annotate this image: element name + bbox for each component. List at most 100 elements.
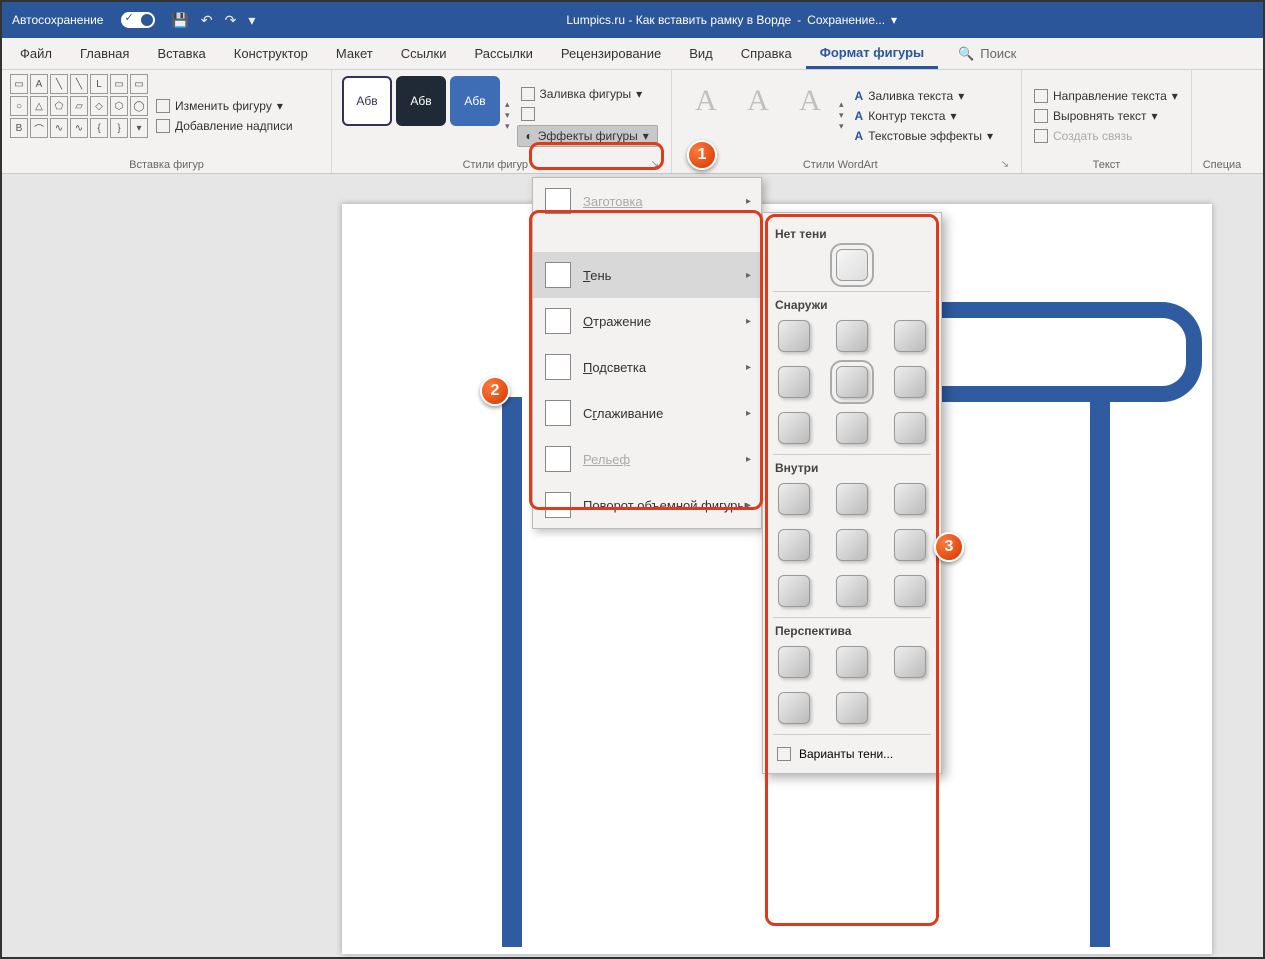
shadow-outer-9[interactable] xyxy=(894,412,926,444)
shadow-outer-2[interactable] xyxy=(836,320,868,352)
gallery-more-icon[interactable]: ▾ xyxy=(505,121,510,132)
edit-shape-button[interactable]: Изменить фигуру▾ xyxy=(152,97,297,115)
group-arrange: Специа xyxy=(1192,70,1252,173)
shadow-outer-1[interactable] xyxy=(778,320,810,352)
text-fill-button[interactable]: AЗаливка текста▾ xyxy=(851,87,998,105)
perspective-label: Перспектива xyxy=(775,624,931,638)
edit-shape-icon xyxy=(156,99,170,113)
tab-file[interactable]: Файл xyxy=(6,40,66,67)
shadow-inner-1[interactable] xyxy=(778,483,810,515)
align-text-button[interactable]: Выровнять текст▾ xyxy=(1030,107,1182,125)
undo-icon[interactable]: ↶ xyxy=(201,12,213,29)
shadow-outer-6[interactable] xyxy=(894,366,926,398)
chevron-down-icon: ▾ xyxy=(643,129,649,143)
shape-outline-button[interactable]: Контур фигуры xyxy=(517,105,658,123)
marker-1: 1 xyxy=(687,140,717,170)
search-box[interactable]: 🔍 Поиск xyxy=(958,46,1016,62)
shadow-persp-3[interactable] xyxy=(894,646,926,678)
effects-icon: ◐ xyxy=(526,129,533,143)
search-icon: 🔍 xyxy=(958,46,974,62)
gallery-up-icon[interactable]: ▴ xyxy=(505,99,510,110)
fill-icon xyxy=(521,87,535,101)
shape-style-3[interactable]: Абв xyxy=(450,76,500,126)
document-title: Lumpics.ru - Как вставить рамку в Ворде … xyxy=(566,13,897,27)
wordart-style-2[interactable]: A xyxy=(734,76,782,126)
ribbon-tabs: Файл Главная Вставка Конструктор Макет С… xyxy=(2,38,1263,70)
shadow-gallery: Нет тени Снаружи Внутри Перспектива Вари… xyxy=(762,212,942,774)
text-outline-icon: A xyxy=(855,109,864,123)
shape-fill-button[interactable]: Заливка фигуры▾ xyxy=(517,85,658,103)
tab-view[interactable]: Вид xyxy=(675,40,727,67)
tab-design[interactable]: Конструктор xyxy=(220,40,322,67)
title-bar: Автосохранение 💾 ↶ ↷ ▾ Lumpics.ru - Как … xyxy=(2,2,1263,38)
quick-access-toolbar: 💾 ↶ ↷ ▾ xyxy=(171,12,255,29)
shadow-inner-6[interactable] xyxy=(894,529,926,561)
tab-help[interactable]: Справка xyxy=(727,40,806,67)
create-link-button: Создать связь xyxy=(1030,127,1182,145)
text-fill-icon: A xyxy=(855,89,864,103)
shape-style-1[interactable]: Абв xyxy=(342,76,392,126)
wordart-launcher[interactable]: ↘ xyxy=(1001,159,1013,170)
shadow-outer-4[interactable] xyxy=(778,366,810,398)
shadow-persp-5[interactable] xyxy=(836,692,868,724)
save-icon[interactable]: 💾 xyxy=(171,12,188,29)
shadow-options[interactable]: Варианты тени... xyxy=(773,739,931,769)
wordart-style-1[interactable]: A xyxy=(682,76,730,126)
qat-more-icon[interactable]: ▾ xyxy=(248,12,255,29)
shadow-outer-3[interactable] xyxy=(894,320,926,352)
shadow-outer-8[interactable] xyxy=(836,412,868,444)
effects-shadow[interactable]: Тень▸ xyxy=(533,252,761,298)
shadow-inner-5[interactable] xyxy=(836,529,868,561)
text-outline-button[interactable]: AКонтур текста▾ xyxy=(851,107,998,125)
shadow-persp-1[interactable] xyxy=(778,646,810,678)
text-direction-icon xyxy=(1034,89,1048,103)
inner-label: Внутри xyxy=(775,461,931,475)
shadow-inner-7[interactable] xyxy=(778,575,810,607)
marker-2: 2 xyxy=(480,376,510,406)
textbox-icon xyxy=(156,119,170,133)
add-textbox-button[interactable]: Добавление надписи xyxy=(152,117,297,135)
shadow-inner-9[interactable] xyxy=(894,575,926,607)
shadow-outer-5[interactable] xyxy=(836,366,868,398)
text-effects-button[interactable]: AТекстовые эффекты▾ xyxy=(851,127,998,145)
effects-bevel[interactable]: Рельеф▸ xyxy=(533,436,761,482)
shadow-inner-4[interactable] xyxy=(778,529,810,561)
shadow-options-icon xyxy=(777,747,791,761)
shapes-gallery[interactable]: ▭A╲╲L▭▭ ○△⬠▱◇⬡◯ B⌒∿∿{}▾ xyxy=(10,74,148,157)
effects-glow[interactable]: Подсветка▸ xyxy=(533,344,761,390)
shadow-inner-2[interactable] xyxy=(836,483,868,515)
shape-effects-menu: Заготовка▸ Тень▸ Отражение▸ Подсветка▸ С… xyxy=(532,177,762,529)
tab-mailings[interactable]: Рассылки xyxy=(460,40,546,67)
text-effects-icon: A xyxy=(855,129,864,143)
tab-shape-format[interactable]: Формат фигуры xyxy=(806,39,938,69)
tab-review[interactable]: Рецензирование xyxy=(547,40,675,67)
shadow-none[interactable] xyxy=(836,249,868,281)
shadow-persp-2[interactable] xyxy=(836,646,868,678)
tab-home[interactable]: Главная xyxy=(66,40,143,67)
effects-3d-rotation[interactable]: Поворот объемной фигуры▸ xyxy=(533,482,761,528)
shadow-persp-4[interactable] xyxy=(778,692,810,724)
tab-insert[interactable]: Вставка xyxy=(143,40,219,67)
group-wordart-styles: A A A ▴▾▾ AЗаливка текста▾ AКонтур текст… xyxy=(672,70,1022,173)
shadow-inner-8[interactable] xyxy=(836,575,868,607)
effects-preset[interactable]: Заготовка▸ xyxy=(533,178,761,224)
shadow-outer-7[interactable] xyxy=(778,412,810,444)
effects-reflection[interactable]: Отражение▸ xyxy=(533,298,761,344)
wordart-style-3[interactable]: A xyxy=(786,76,834,126)
group-shape-styles: Абв Абв Абв ▴▾▾ Заливка фигуры▾ Контур ф… xyxy=(332,70,672,173)
autosave-toggle[interactable] xyxy=(121,12,155,28)
shape-style-2[interactable]: Абв xyxy=(396,76,446,126)
tab-layout[interactable]: Макет xyxy=(322,40,387,67)
tab-references[interactable]: Ссылки xyxy=(387,40,461,67)
shape-styles-launcher[interactable]: ↘ xyxy=(651,159,663,170)
autosave-label: Автосохранение xyxy=(12,13,103,27)
no-shadow-label: Нет тени xyxy=(775,227,931,241)
marker-3: 3 xyxy=(934,532,964,562)
gallery-down-icon[interactable]: ▾ xyxy=(505,110,510,121)
text-direction-button[interactable]: Направление текста▾ xyxy=(1030,87,1182,105)
title-dropdown-icon[interactable]: ▾ xyxy=(891,13,897,27)
shadow-inner-3[interactable] xyxy=(894,483,926,515)
effects-soft-edges[interactable]: Сглаживание▸ xyxy=(533,390,761,436)
redo-icon[interactable]: ↷ xyxy=(225,12,237,29)
shape-effects-button[interactable]: ◐Эффекты фигуры▾ xyxy=(517,125,658,147)
